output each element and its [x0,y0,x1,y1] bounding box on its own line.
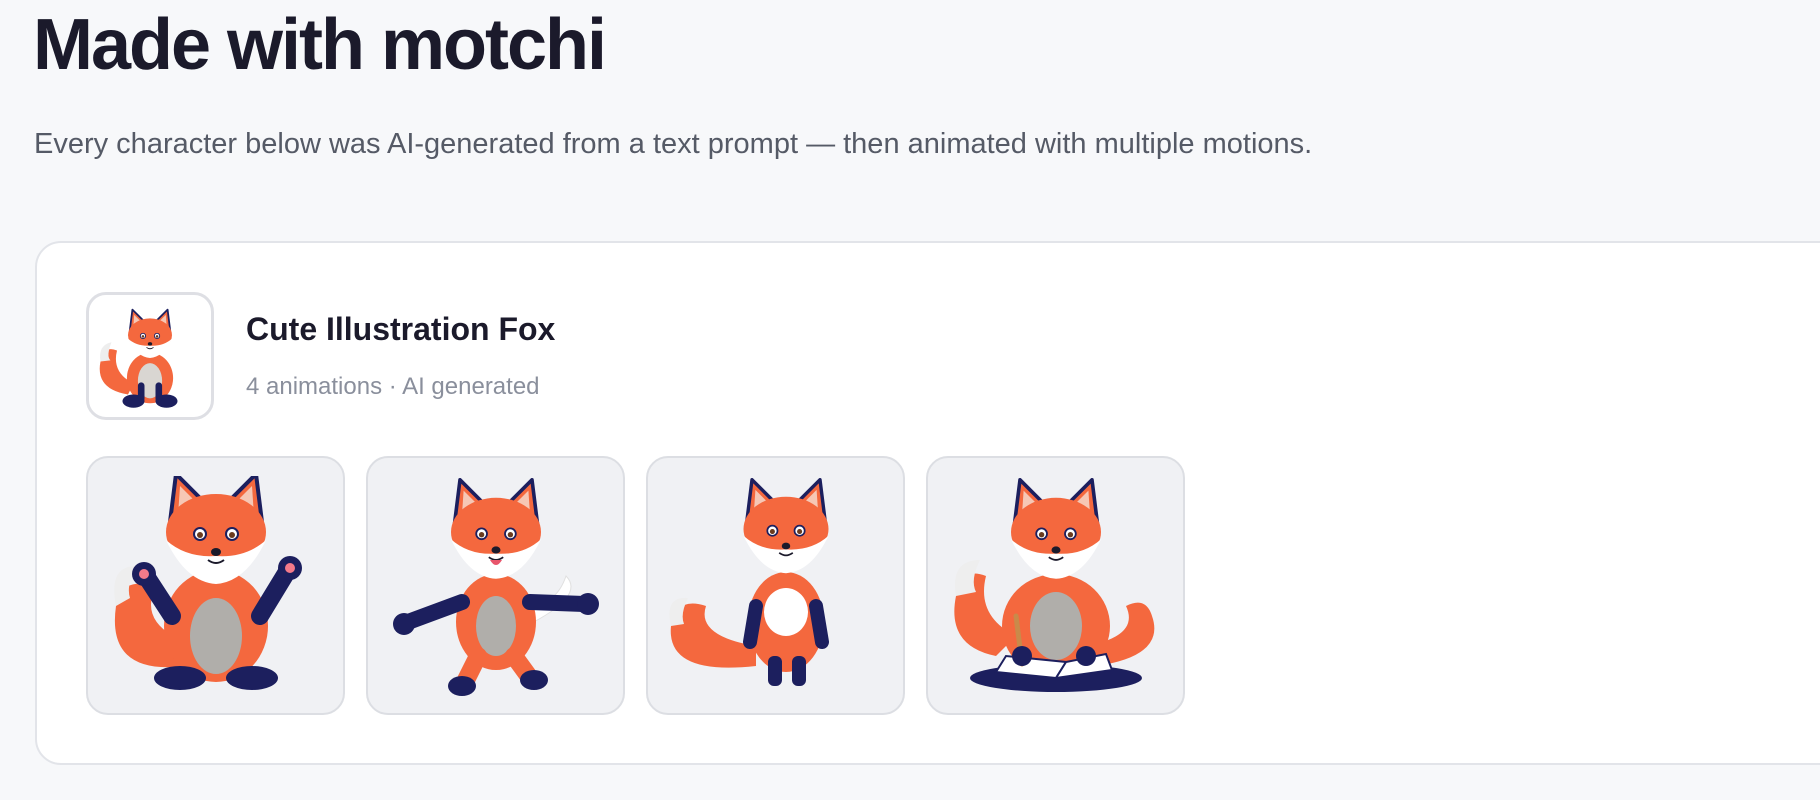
animation-thumb-1[interactable] [86,456,345,715]
fox-writing-icon [953,477,1154,692]
animation-list [86,456,1185,715]
character-meta: 4 animations · AI generated [246,373,540,400]
animation-thumb-3[interactable] [646,456,905,715]
fox-waving-icon [113,475,302,690]
page: Made with motchi Every character below w… [0,0,1820,800]
fox-dancing-icon [392,477,599,696]
animation-thumb-2[interactable] [366,456,625,715]
fox-sitting-icon[interactable] [86,292,214,420]
page-title: Made with motchi [33,5,607,85]
character-name: Cute Illustration Fox [246,311,556,347]
animation-thumb-4[interactable] [926,456,1185,715]
fox-standing-icon [668,477,830,686]
page-subtitle: Every character below was AI-generated f… [34,128,1313,160]
character-card[interactable]: Cute Illustration Fox 4 animations · AI … [35,241,1820,765]
